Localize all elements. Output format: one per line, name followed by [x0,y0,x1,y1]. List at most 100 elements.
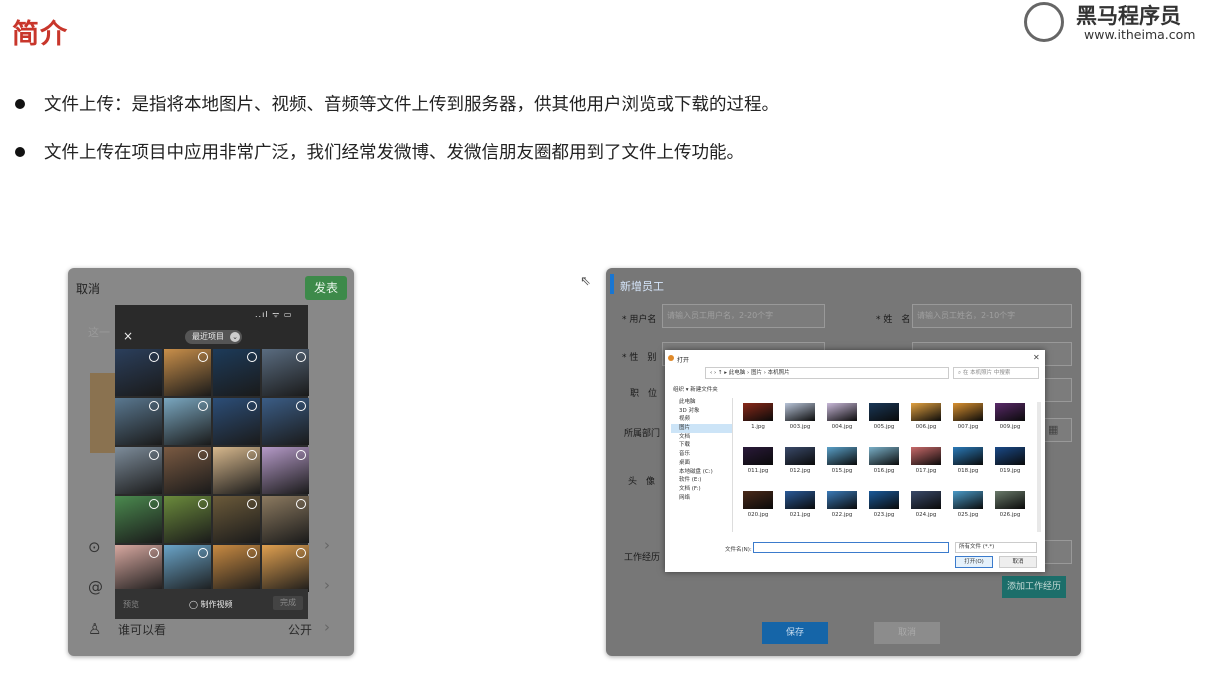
select-circle-icon[interactable] [149,450,159,460]
calendar-icon[interactable]: ▦ [1048,423,1058,436]
close-icon[interactable]: ✕ [1033,353,1040,362]
nav-item[interactable]: 音乐 [671,450,732,459]
nav-item[interactable]: 本地磁盘 (C:) [671,468,732,477]
filename-input[interactable] [753,542,949,553]
select-circle-icon[interactable] [149,499,159,509]
add-experience-button[interactable]: 添加工作经历 [1002,576,1066,598]
file-item[interactable]: 012.jpg [781,446,819,474]
file-item[interactable]: 019.jpg [991,446,1029,474]
select-circle-icon[interactable] [247,401,257,411]
scrollbar[interactable] [1037,402,1041,532]
file-item[interactable]: 026.jpg [991,490,1029,518]
file-item[interactable]: 003.jpg [781,402,819,430]
file-item[interactable]: 005.jpg [865,402,903,430]
select-circle-icon[interactable] [247,499,257,509]
select-circle-icon[interactable] [247,450,257,460]
save-button[interactable]: 保存 [762,622,828,644]
file-item[interactable]: 025.jpg [949,490,987,518]
photo-thumbnail[interactable] [164,545,211,592]
file-item[interactable]: 020.jpg [739,490,777,518]
select-circle-icon[interactable] [296,450,306,460]
cancel-button[interactable]: 取消 [76,280,100,297]
close-icon[interactable]: × [123,329,133,343]
filetype-select[interactable]: 所有文件 (*.*) [955,542,1037,553]
dialog-toolbar[interactable]: 组织 ▾ 新建文件夹 [673,384,1041,396]
nav-item[interactable]: 软件 (E:) [671,476,732,485]
select-circle-icon[interactable] [149,352,159,362]
photo-thumbnail[interactable] [262,398,309,445]
photo-thumbnail[interactable] [115,496,162,543]
nav-item[interactable]: 文档 [671,433,732,442]
attached-photo-thumbnail[interactable] [90,373,116,453]
photo-thumbnail[interactable] [213,447,260,494]
photo-thumbnail[interactable] [213,496,260,543]
select-circle-icon[interactable] [149,401,159,411]
file-item[interactable]: 007.jpg [949,402,987,430]
file-item[interactable]: 009.jpg [991,402,1029,430]
open-button[interactable]: 打开(O) [955,556,993,568]
nav-item[interactable]: 图片 [671,424,732,433]
done-button[interactable]: 完成 [273,596,303,610]
nav-item[interactable]: 桌面 [671,459,732,468]
file-item[interactable]: 018.jpg [949,446,987,474]
preview-button[interactable]: 预览 [123,599,139,610]
select-circle-icon[interactable] [198,450,208,460]
file-item[interactable]: 004.jpg [823,402,861,430]
cancel-button[interactable]: 取消 [999,556,1037,568]
file-item[interactable]: 011.jpg [739,446,777,474]
nav-item[interactable]: 视频 [671,415,732,424]
photo-thumbnail[interactable] [213,398,260,445]
nav-item[interactable]: 此电脑 [671,398,732,407]
album-selector[interactable]: 最近项目 ⌄ [185,330,242,344]
photo-thumbnail[interactable] [164,496,211,543]
file-item[interactable]: 016.jpg [865,446,903,474]
cancel-button[interactable]: 取消 [874,622,940,644]
nav-item[interactable]: 网络 [671,494,732,503]
photo-thumbnail[interactable] [262,496,309,543]
make-video-button[interactable]: ◯ 制作视频 [189,599,233,610]
post-button[interactable]: 发表 [305,276,347,300]
photo-thumbnail[interactable] [164,447,211,494]
visibility-row[interactable]: ♙ 谁可以看 公开 › [68,618,354,642]
select-circle-icon[interactable] [296,548,306,558]
select-circle-icon[interactable] [296,352,306,362]
select-circle-icon[interactable] [198,548,208,558]
photo-thumbnail[interactable] [164,349,211,396]
select-circle-icon[interactable] [296,499,306,509]
photo-thumbnail[interactable] [115,447,162,494]
name-input[interactable]: 请输入员工姓名，2-10个字 [912,304,1072,328]
select-circle-icon[interactable] [247,352,257,362]
photo-thumbnail[interactable] [213,349,260,396]
photo-thumbnail[interactable] [262,545,309,592]
file-item[interactable]: 023.jpg [865,490,903,518]
photo-thumbnail[interactable] [115,545,162,592]
address-bar[interactable]: ‹ › ↑ ▸ 此电脑 › 图片 › 本机照片 [705,367,949,379]
file-name: 025.jpg [957,512,979,518]
select-circle-icon[interactable] [198,352,208,362]
nav-item[interactable]: 3D 对象 [671,407,732,416]
file-item[interactable]: 015.jpg [823,446,861,474]
photo-thumbnail[interactable] [115,349,162,396]
post-text-hint[interactable]: 这一 [88,324,110,340]
file-item[interactable]: 021.jpg [781,490,819,518]
file-item[interactable]: 024.jpg [907,490,945,518]
file-item[interactable]: 017.jpg [907,446,945,474]
select-circle-icon[interactable] [149,548,159,558]
photo-thumbnail[interactable] [164,398,211,445]
select-circle-icon[interactable] [198,401,208,411]
search-input[interactable]: ⌕ 在 本机照片 中搜索 [953,367,1039,379]
file-item[interactable]: 1.jpg [739,402,777,430]
nav-item[interactable]: 下载 [671,441,732,450]
select-circle-icon[interactable] [198,499,208,509]
photo-thumbnail[interactable] [213,545,260,592]
photo-thumbnail[interactable] [262,349,309,396]
nav-item[interactable]: 文档 (F:) [671,485,732,494]
file-item[interactable]: 006.jpg [907,402,945,430]
mention-icon: @ [88,578,103,596]
username-input[interactable]: 请输入员工用户名，2-20个字 [662,304,825,328]
file-item[interactable]: 022.jpg [823,490,861,518]
photo-thumbnail[interactable] [115,398,162,445]
select-circle-icon[interactable] [247,548,257,558]
select-circle-icon[interactable] [296,401,306,411]
photo-thumbnail[interactable] [262,447,309,494]
